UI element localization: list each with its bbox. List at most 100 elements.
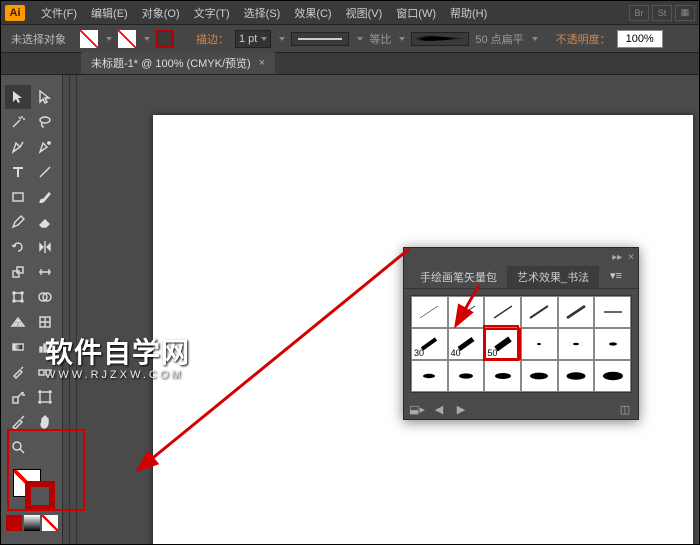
hand-tool[interactable] [32, 410, 58, 434]
line-tool[interactable] [32, 160, 58, 184]
stroke-style-preview[interactable] [291, 32, 349, 46]
brush-item[interactable] [484, 296, 521, 328]
reflect-tool[interactable] [32, 235, 58, 259]
brush-tab-handdrawn[interactable]: 手绘画笔矢量包 [410, 266, 507, 288]
stock-icon[interactable]: St [652, 5, 672, 21]
curvature-tool[interactable] [32, 135, 58, 159]
eraser-tool[interactable] [32, 210, 58, 234]
brush-item[interactable]: 40 [448, 328, 485, 360]
fill-stroke-indicator[interactable] [9, 465, 55, 511]
opacity-input[interactable] [617, 30, 663, 48]
direct-selection-tool[interactable] [32, 85, 58, 109]
paintbrush-tool[interactable] [32, 185, 58, 209]
zoom-tool[interactable] [5, 435, 31, 459]
brush-prev-icon[interactable]: ◀ [432, 402, 446, 416]
watermark-sub: WWW.RJZXW.COM [45, 369, 190, 381]
menu-file[interactable]: 文件(F) [41, 5, 77, 21]
menu-object[interactable]: 对象(O) [142, 5, 180, 21]
menu-select[interactable]: 选择(S) [244, 5, 281, 21]
artboard-tool[interactable] [32, 385, 58, 409]
menu-window[interactable]: 窗口(W) [396, 5, 436, 21]
stroke-style-dropdown-icon[interactable] [357, 37, 363, 41]
brush-item[interactable] [521, 296, 558, 328]
panel-collapse-icon[interactable]: ▸▸ [612, 252, 622, 263]
stroke-swatch-red[interactable] [156, 30, 174, 48]
stroke-profile-dropdown-icon[interactable] [399, 37, 405, 41]
brush-next-icon[interactable]: ▶ [454, 402, 468, 416]
document-tab-close-icon[interactable]: × [259, 57, 265, 69]
color-mode-none[interactable] [42, 515, 58, 531]
toggle-fill-stroke[interactable] [32, 435, 58, 459]
type-tool[interactable] [5, 160, 31, 184]
stroke-label[interactable]: 描边： [196, 31, 229, 47]
brush-item[interactable] [411, 360, 448, 392]
rectangle-tool[interactable] [5, 185, 31, 209]
brush-item[interactable] [448, 296, 485, 328]
opacity-label[interactable]: 不透明度： [556, 31, 611, 47]
lasso-tool[interactable] [32, 110, 58, 134]
document-tab[interactable]: 未标题-1* @ 100% (CMYK/预览) × [81, 52, 275, 74]
stroke-weight-input[interactable]: 1 pt [235, 30, 271, 48]
selection-status: 未选择对象 [11, 31, 66, 47]
brush-item[interactable] [594, 360, 631, 392]
brush-item[interactable] [594, 328, 631, 360]
stroke-dropdown-icon[interactable] [144, 37, 150, 41]
brush-item[interactable] [521, 360, 558, 392]
magic-wand-tool[interactable] [5, 110, 31, 134]
color-mode-row [6, 515, 58, 531]
rotate-tool[interactable] [5, 235, 31, 259]
perspective-grid-tool[interactable] [5, 310, 31, 334]
slice-tool[interactable] [5, 410, 31, 434]
panel-divider[interactable] [69, 75, 77, 544]
menu-help[interactable]: 帮助(H) [450, 5, 487, 21]
brush-definition-label: 50 点扁平 [475, 31, 523, 47]
brush-item[interactable] [558, 328, 595, 360]
gradient-tool[interactable] [5, 335, 31, 359]
bridge-icon[interactable]: Br [629, 5, 649, 21]
brush-panel-footer: ⬓▸ ◀ ▶ ◫ [404, 399, 638, 419]
menu-type[interactable]: 文字(T) [194, 5, 230, 21]
brush-item[interactable] [558, 296, 595, 328]
panel-close-icon[interactable]: × [628, 252, 634, 263]
brush-libraries-icon[interactable]: ⬓▸ [410, 402, 424, 416]
brush-item[interactable] [521, 328, 558, 360]
color-mode-gradient[interactable] [24, 515, 40, 531]
brush-definition-dropdown-icon[interactable] [532, 37, 538, 41]
free-transform-tool[interactable] [5, 285, 31, 309]
symbol-sprayer-tool[interactable] [5, 385, 31, 409]
app-logo: Ai [5, 5, 25, 21]
brush-item[interactable] [484, 360, 521, 392]
panel-menu-icon[interactable]: ▾≡ [600, 266, 632, 288]
menu-bar: Ai 文件(F) 编辑(E) 对象(O) 文字(T) 选择(S) 效果(C) 视… [1, 1, 699, 25]
eyedropper-tool[interactable] [5, 360, 31, 384]
document-tab-title: 未标题-1* @ 100% (CMYK/预览) [91, 55, 251, 71]
brush-item[interactable]: 30 [411, 328, 448, 360]
arrange-icon[interactable]: ▦ [675, 5, 695, 21]
selection-tool[interactable] [5, 85, 31, 109]
shape-builder-tool[interactable] [32, 285, 58, 309]
width-tool[interactable] [32, 260, 58, 284]
fill-dropdown-icon[interactable] [106, 37, 112, 41]
brushes-panel[interactable]: ▸▸ × 手绘画笔矢量包 艺术效果_书法 ▾≡ 30 40 50 [403, 247, 639, 420]
stroke-swatch-none[interactable] [118, 30, 136, 48]
brush-item[interactable] [448, 360, 485, 392]
brush-item-selected[interactable]: 50 [484, 328, 521, 360]
menu-effect[interactable]: 效果(C) [294, 5, 331, 21]
fill-swatch-none[interactable] [80, 30, 98, 48]
menu-view[interactable]: 视图(V) [346, 5, 383, 21]
brush-item[interactable] [411, 296, 448, 328]
stroke-indicator[interactable] [25, 481, 55, 511]
watermark-main: 软件自学网 [45, 337, 190, 368]
pen-tool[interactable] [5, 135, 31, 159]
stroke-menu-icon[interactable] [279, 37, 285, 41]
brush-definition-preview[interactable] [411, 32, 469, 46]
brush-item[interactable] [594, 296, 631, 328]
pencil-tool[interactable] [5, 210, 31, 234]
menu-edit[interactable]: 编辑(E) [91, 5, 128, 21]
brush-new-icon[interactable]: ◫ [618, 402, 632, 416]
color-mode-solid[interactable] [6, 515, 22, 531]
brush-tab-calligraphic[interactable]: 艺术效果_书法 [507, 266, 599, 288]
scale-tool[interactable] [5, 260, 31, 284]
brush-item[interactable] [558, 360, 595, 392]
watermark: 软件自学网 WWW.RJZXW.COM [45, 331, 190, 381]
